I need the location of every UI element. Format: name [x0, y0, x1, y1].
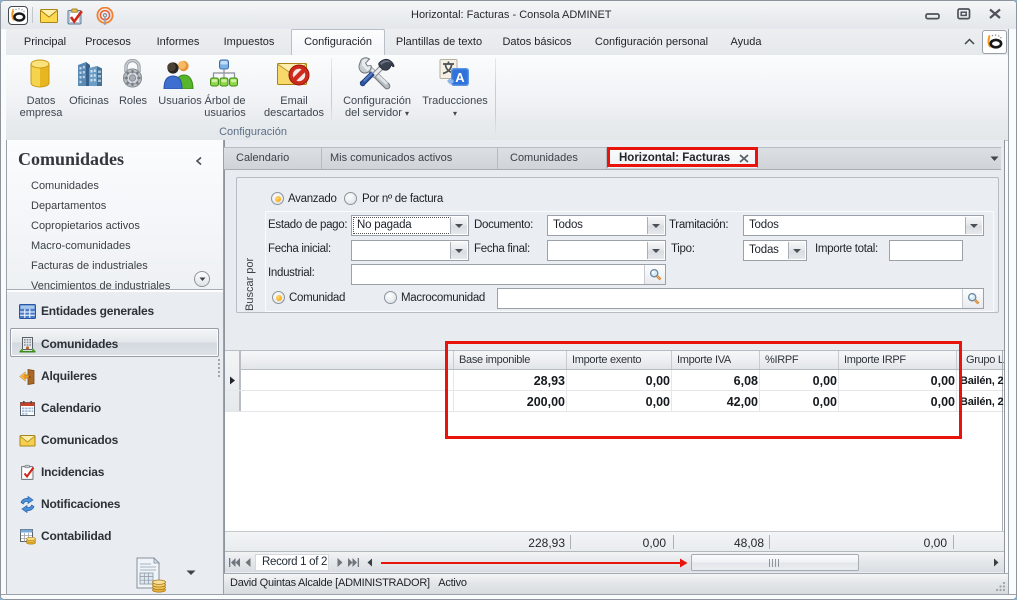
svg-text:A: A — [455, 70, 465, 85]
